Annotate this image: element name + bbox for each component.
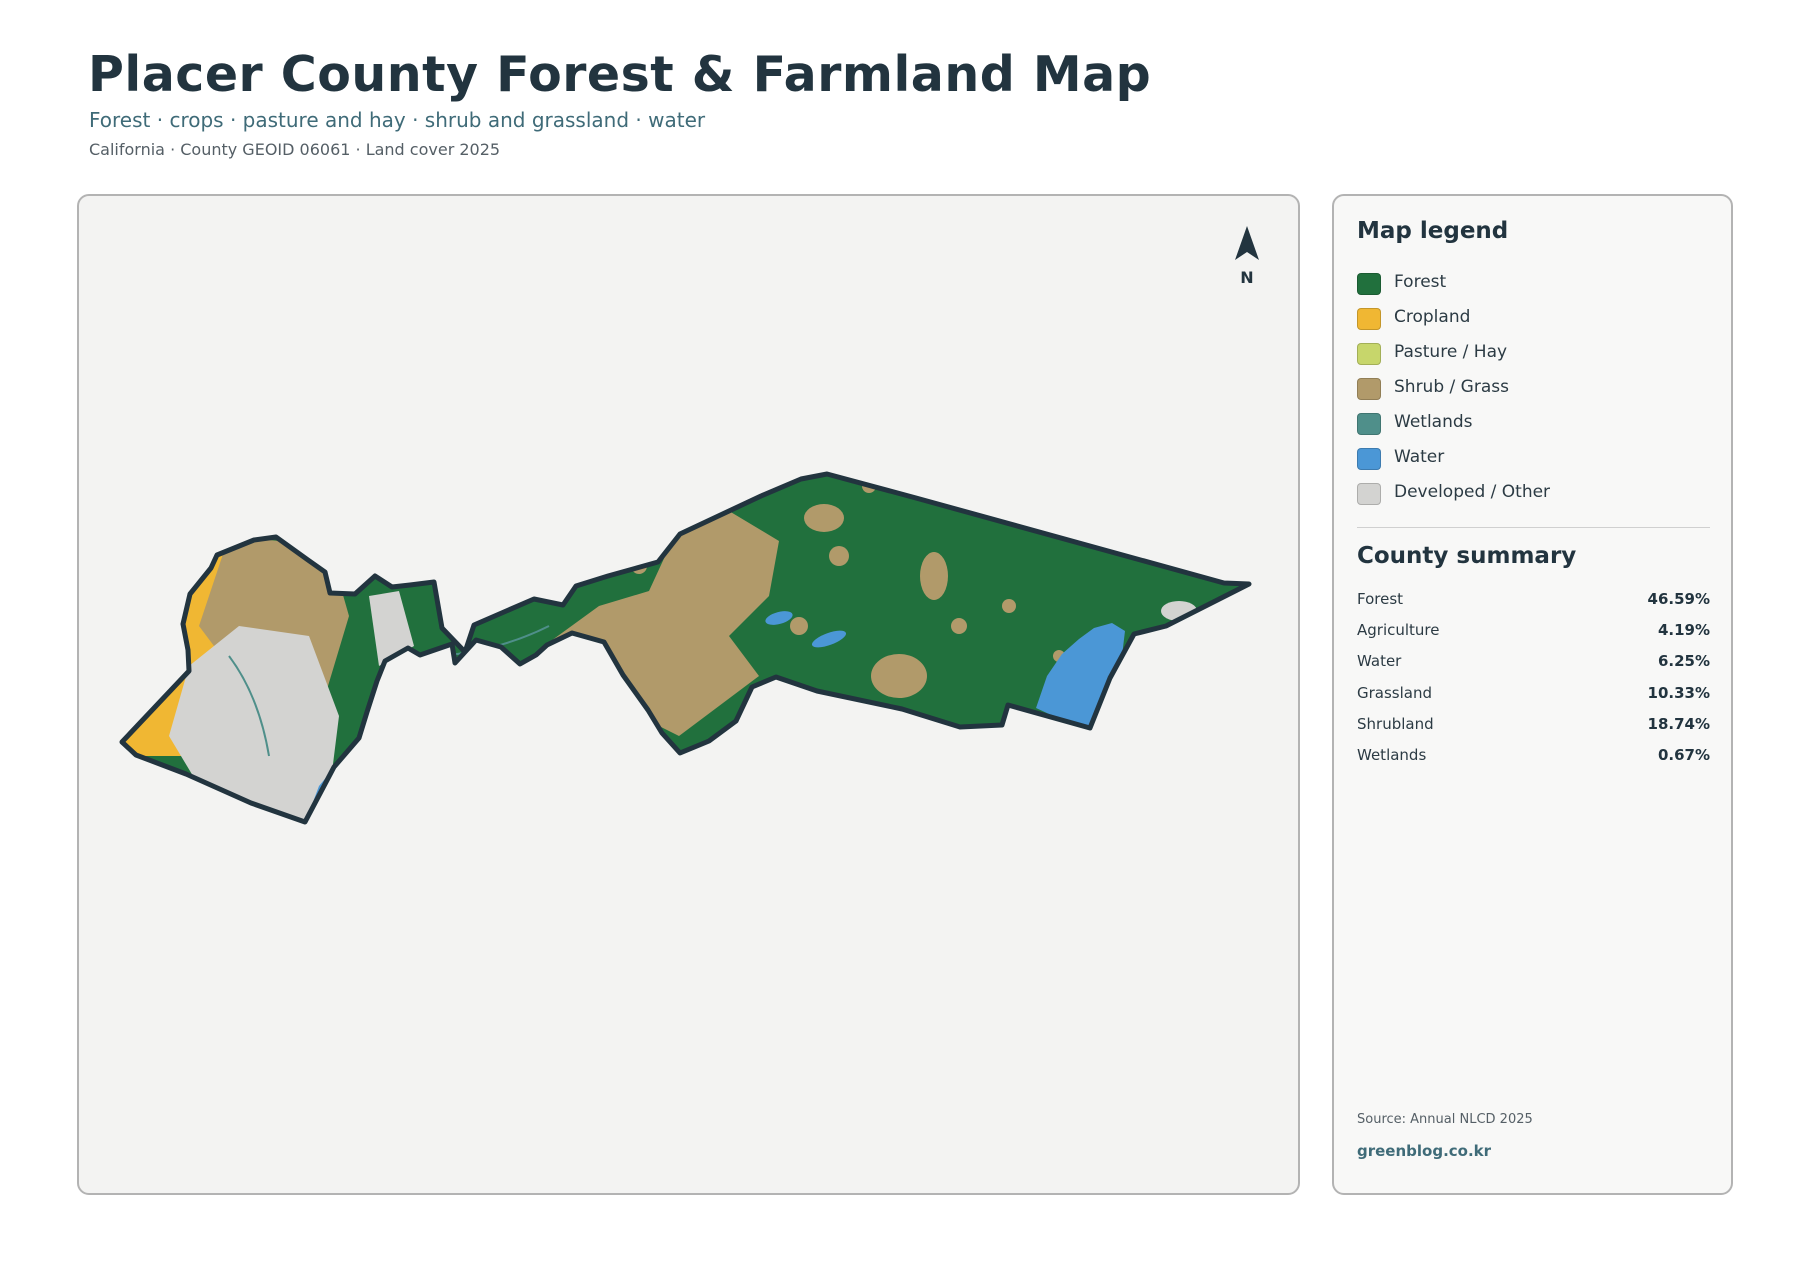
summary-row-forest: Forest 46.59% <box>1357 583 1710 614</box>
page-title: Placer County Forest & Farmland Map <box>88 46 1152 103</box>
legend-label: Shrub / Grass <box>1394 376 1509 397</box>
page-meta: California · County GEOID 06061 · Land c… <box>89 140 501 159</box>
legend-label: Pasture / Hay <box>1394 341 1508 362</box>
legend-heading: Map legend <box>1357 218 1509 244</box>
reservoir-water <box>599 549 609 557</box>
shrub-patch <box>790 617 808 635</box>
shrub-area <box>871 654 927 698</box>
legend-item-water: Water <box>1357 439 1550 474</box>
legend-item-cropland: Cropland <box>1357 299 1550 334</box>
summary-row-agriculture: Agriculture 4.19% <box>1357 614 1710 645</box>
summary-row-grassland: Grassland 10.33% <box>1357 677 1710 708</box>
legend-swatch <box>1357 272 1381 295</box>
shrub-area <box>701 474 737 476</box>
page-subtitle: Forest · crops · pasture and hay · shrub… <box>89 108 706 132</box>
legend-label: Water <box>1394 446 1445 467</box>
source-credit: Source: Annual NLCD 2025 <box>1357 1112 1533 1127</box>
legend-swatch <box>1357 377 1381 400</box>
legend-item-pasture: Pasture / Hay <box>1357 334 1550 369</box>
north-arrow-icon <box>1235 226 1259 260</box>
legend-swatch <box>1357 447 1381 470</box>
county-summary: Forest 46.59% Agriculture 4.19% Water 6.… <box>1357 583 1710 771</box>
legend-swatch <box>1357 342 1381 365</box>
summary-row-water: Water 6.25% <box>1357 646 1710 677</box>
legend-item-forest: Forest <box>1357 264 1550 299</box>
legend-item-wetlands: Wetlands <box>1357 404 1550 439</box>
shrub-patch <box>951 618 967 634</box>
shrub-patch <box>1002 599 1016 613</box>
legend-divider <box>1357 527 1710 528</box>
legend-swatch <box>1357 412 1381 435</box>
legend-panel: Map legend Forest Cropland Pasture / Hay… <box>1332 194 1733 1195</box>
summary-label: Forest <box>1357 589 1404 608</box>
legend-item-shrub: Shrub / Grass <box>1357 369 1550 404</box>
summary-label: Grassland <box>1357 683 1432 702</box>
summary-label: Agriculture <box>1357 620 1440 639</box>
county-map[interactable] <box>79 196 1298 1193</box>
summary-label: Wetlands <box>1357 746 1427 765</box>
summary-value: 46.59% <box>1647 589 1710 608</box>
legend-label: Developed / Other <box>1394 481 1551 502</box>
map-panel[interactable]: N <box>77 194 1300 1195</box>
north-label: N <box>1240 268 1254 287</box>
shrub-area <box>804 504 844 532</box>
summary-value: 18.74% <box>1647 714 1710 733</box>
legend-label: Wetlands <box>1394 411 1473 432</box>
summary-value: 6.25% <box>1657 652 1710 671</box>
summary-heading: County summary <box>1357 543 1577 569</box>
site-link[interactable]: greenblog.co.kr <box>1357 1142 1491 1160</box>
summary-value: 4.19% <box>1657 620 1710 639</box>
legend-swatch <box>1357 307 1381 330</box>
summary-row-shrubland: Shrubland 18.74% <box>1357 708 1710 739</box>
summary-row-wetlands: Wetlands 0.67% <box>1357 739 1710 770</box>
legend-list: Forest Cropland Pasture / Hay Shrub / Gr… <box>1357 264 1550 509</box>
legend-label: Cropland <box>1394 306 1471 327</box>
legend-swatch <box>1357 482 1381 505</box>
reservoir-water <box>674 474 684 480</box>
summary-label: Shrubland <box>1357 714 1434 733</box>
summary-label: Water <box>1357 652 1402 671</box>
north-arrow: N <box>1232 226 1262 287</box>
landcover-layer <box>122 474 1249 822</box>
shrub-area <box>920 552 948 600</box>
summary-value: 0.67% <box>1657 746 1710 765</box>
shrub-patch <box>829 546 849 566</box>
summary-value: 10.33% <box>1647 683 1710 702</box>
legend-item-developed: Developed / Other <box>1357 474 1550 509</box>
legend-label: Forest <box>1394 271 1447 292</box>
